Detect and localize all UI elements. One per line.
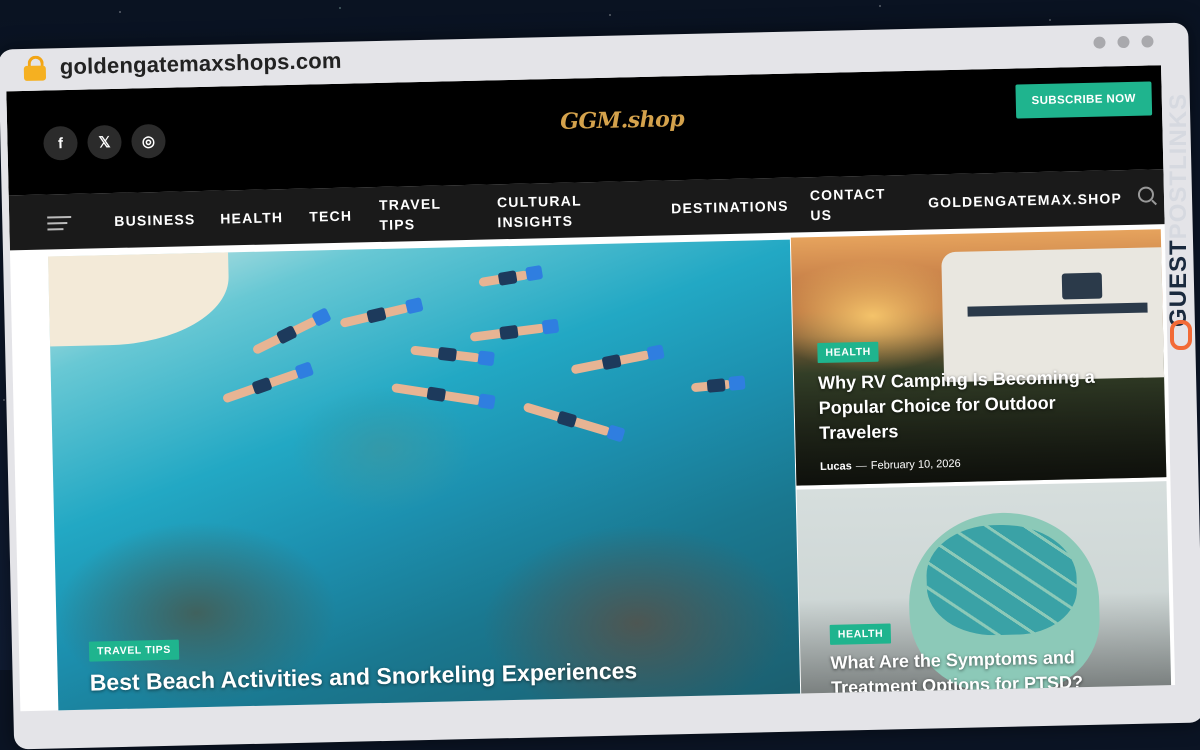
category-badge[interactable]: HEALTH — [829, 623, 892, 645]
post-date: February 10, 2026 — [870, 457, 961, 472]
post-image-rv — [941, 247, 1167, 383]
address-bar[interactable]: goldengatemaxshops.com — [23, 44, 342, 85]
site-logo[interactable]: GGM.shop — [560, 106, 685, 135]
hero-image-swimmer — [478, 270, 530, 288]
side-post[interactable]: HEALTH What Are the Symptoms and Treatme… — [796, 481, 1172, 710]
link-icon — [1170, 320, 1192, 350]
menu-icon[interactable] — [47, 215, 72, 235]
instagram-icon[interactable]: ◎ — [131, 123, 166, 159]
post-image-brain — [925, 523, 1078, 637]
window-dot[interactable] — [1141, 35, 1154, 48]
hero-image-swimmer — [221, 368, 301, 404]
window-dot[interactable] — [1117, 35, 1130, 49]
facebook-icon[interactable]: f — [43, 125, 78, 161]
meta-separator: — — [855, 459, 867, 473]
featured-post-title[interactable]: Best Beach Activities and Snorkeling Exp… — [89, 657, 637, 696]
hero-image-swimmer — [391, 382, 482, 406]
post-meta: Lucas — February 10, 2026 — [820, 458, 961, 473]
nav-item-tech[interactable]: TECH — [309, 206, 352, 227]
hero-image-beach — [48, 239, 231, 347]
hero-image-swimmer — [410, 345, 481, 363]
nav-item-travel-tips[interactable]: TRAVEL TIPS — [379, 193, 460, 235]
search-icon[interactable] — [1137, 186, 1155, 203]
nav-item-cultural-insights[interactable]: CULTURAL INSIGHTS — [497, 190, 608, 232]
subscribe-button[interactable]: SUBSCRIBE NOW — [1015, 81, 1153, 119]
hero-image-swimmer — [690, 379, 732, 393]
category-badge[interactable]: TRAVEL TIPS — [88, 639, 180, 662]
x-icon[interactable]: 𝕏 — [87, 124, 122, 160]
website: f 𝕏 ◎ GGM.shop SUBSCRIBE NOW BUSINESS HE… — [6, 65, 1176, 712]
nav-item-business[interactable]: BUSINESS — [114, 209, 196, 231]
nav-item-destinations[interactable]: DESTINATIONS — [671, 196, 789, 219]
watermark-text-postlinks: POSTLINKS — [1165, 92, 1192, 240]
side-post[interactable]: HEALTH Why RV Camping Is Becoming a Popu… — [790, 229, 1167, 486]
lock-icon — [23, 55, 47, 82]
hero-image-swimmer — [251, 316, 319, 356]
browser-window: goldengatemaxshops.com f 𝕏 ◎ GGM.shop SU… — [0, 0, 1200, 750]
watermark: GUESTPOSTLINKS — [1162, 58, 1198, 358]
side-post-title[interactable]: Why RV Camping Is Becoming a Popular Cho… — [818, 364, 1120, 446]
window-controls — [1093, 35, 1154, 49]
hero-image-swimmer — [469, 323, 546, 342]
nav-item-goldengatemax-shop[interactable]: GOLDENGATEMAX.SHOP — [928, 188, 1122, 212]
url-text[interactable]: goldengatemaxshops.com — [59, 48, 341, 80]
window-dot[interactable] — [1093, 36, 1106, 49]
category-badge[interactable]: HEALTH — [817, 341, 880, 364]
social-links: f 𝕏 ◎ — [43, 123, 166, 161]
nav-item-health[interactable]: HEALTH — [220, 207, 283, 228]
post-author[interactable]: Lucas — [820, 460, 852, 473]
hero-image-swimmer — [570, 350, 651, 375]
hero-image-swimmer — [339, 303, 410, 329]
featured-post[interactable]: TRAVEL TIPS Best Beach Activities and Sn… — [48, 239, 801, 712]
hero-image-swimmer — [522, 402, 612, 437]
nav-item-contact-us[interactable]: CONTACT US — [810, 183, 891, 225]
watermark-text-guest: GUEST — [1165, 239, 1192, 327]
